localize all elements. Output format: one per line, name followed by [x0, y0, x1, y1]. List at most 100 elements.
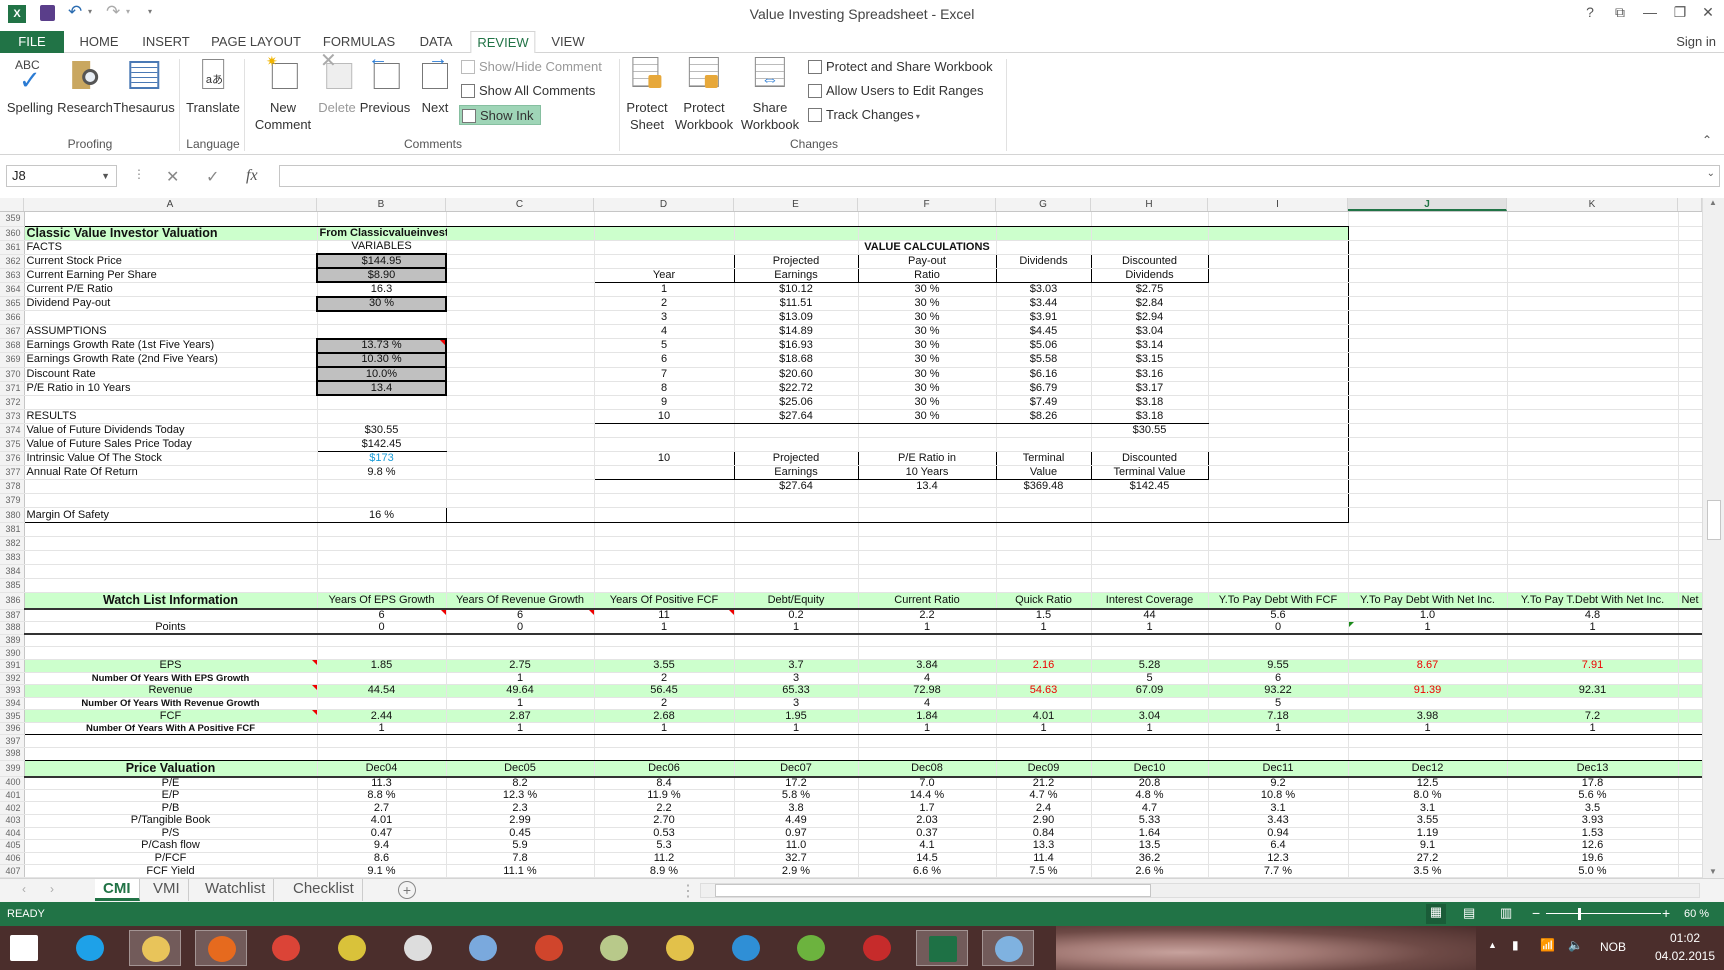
select-all-corner[interactable] — [0, 198, 24, 211]
cell-L390[interactable] — [1678, 646, 1703, 660]
cell-H359[interactable] — [1091, 212, 1209, 227]
cell-L385[interactable] — [1678, 578, 1703, 594]
cell-L388[interactable] — [1678, 621, 1703, 636]
cell-B376[interactable]: $173 — [317, 451, 447, 467]
cell-L393[interactable] — [1678, 684, 1703, 698]
cell-H379[interactable] — [1091, 493, 1209, 509]
cell-C365[interactable] — [446, 296, 595, 312]
cell-K381[interactable] — [1507, 522, 1679, 537]
cell-D370[interactable]: 7 — [594, 367, 735, 382]
translate-button[interactable]: aあ Translate — [186, 57, 240, 116]
cell-F387[interactable]: 2.2 — [858, 609, 997, 623]
cell-D405[interactable]: 5.3 — [594, 839, 735, 853]
cell-J403[interactable]: 3.55 — [1348, 814, 1508, 828]
cell-L395[interactable] — [1678, 709, 1703, 723]
row-header[interactable]: 399 — [0, 760, 25, 778]
cell-C393[interactable]: 49.64 — [446, 684, 595, 698]
cell-C364[interactable] — [446, 282, 595, 298]
cell-B371[interactable]: 13.4 — [316, 380, 447, 397]
cell-B386[interactable]: Years Of EPS Growth — [317, 592, 447, 611]
zoom-out-icon[interactable]: − — [1532, 905, 1540, 921]
cell-G396[interactable]: 1 — [996, 722, 1092, 736]
cell-G402[interactable]: 2.4 — [996, 801, 1092, 815]
cell-C360[interactable] — [446, 226, 595, 241]
cell-L376[interactable] — [1678, 451, 1703, 467]
cell-H369[interactable]: $3.15 — [1091, 352, 1209, 368]
cell-L373[interactable] — [1678, 409, 1703, 424]
row-header[interactable]: 375 — [0, 437, 25, 453]
cell-A403[interactable]: P/Tangible Book — [24, 814, 318, 828]
cell-F366[interactable]: 30 % — [858, 310, 997, 326]
row-header[interactable]: 390 — [0, 646, 25, 660]
row-header[interactable]: 401 — [0, 789, 25, 803]
tab-page-layout[interactable]: PAGE LAYOUT — [205, 31, 307, 53]
cell-F406[interactable]: 14.5 — [858, 852, 997, 866]
cell-B407[interactable]: 9.1 % — [317, 864, 447, 878]
cell-B401[interactable]: 8.8 % — [317, 789, 447, 803]
cell-E371[interactable]: $22.72 — [734, 381, 859, 396]
zoom-slider-thumb[interactable] — [1577, 908, 1581, 920]
row-header[interactable]: 364 — [0, 282, 25, 298]
cell-I385[interactable] — [1208, 578, 1349, 594]
cell-G384[interactable] — [996, 564, 1092, 579]
cell-J390[interactable] — [1348, 646, 1508, 660]
cell-G388[interactable]: 1 — [996, 621, 1092, 636]
cell-B362[interactable]: $144.95 — [316, 253, 447, 270]
cell-C369[interactable] — [446, 352, 595, 368]
cell-A371[interactable]: P/E Ratio in 10 Years — [23, 381, 318, 396]
cell-E380[interactable] — [734, 507, 859, 523]
cell-K369[interactable] — [1507, 352, 1679, 368]
cell-L402[interactable] — [1678, 801, 1703, 815]
cell-E402[interactable]: 3.8 — [734, 801, 859, 815]
cell-L374[interactable] — [1678, 423, 1703, 439]
file-explorer-icon[interactable] — [129, 930, 182, 966]
cell-G393[interactable]: 54.63 — [996, 684, 1092, 698]
cell-L398[interactable] — [1678, 747, 1703, 761]
cell-F395[interactable]: 1.84 — [858, 709, 997, 723]
cell-A402[interactable]: P/B — [24, 801, 318, 815]
cell-H401[interactable]: 4.8 % — [1091, 789, 1209, 803]
cell-C363[interactable] — [446, 268, 595, 283]
normal-view-icon[interactable]: ▦ — [1426, 904, 1446, 924]
vertical-scroll-thumb[interactable] — [1707, 500, 1721, 540]
zoom-level[interactable]: 60 % — [1684, 908, 1709, 920]
cell-B403[interactable]: 4.01 — [317, 814, 447, 828]
cell-A363[interactable]: Current Earning Per Share — [23, 268, 318, 283]
cell-L363[interactable] — [1678, 268, 1703, 283]
cell-F383[interactable] — [858, 550, 997, 565]
column-header-L[interactable] — [1678, 198, 1702, 211]
collapse-ribbon-icon[interactable]: ⌃ — [1702, 133, 1712, 147]
cell-F389[interactable] — [858, 634, 997, 648]
cell-J374[interactable] — [1348, 423, 1508, 439]
cell-K407[interactable]: 5.0 % — [1507, 864, 1679, 878]
ribbon-display-options-icon[interactable]: ⧉ — [1609, 4, 1631, 21]
share-workbook-button[interactable]: ⇔ Share Workbook — [741, 57, 799, 133]
cell-G369[interactable]: $5.58 — [996, 352, 1092, 368]
cell-K401[interactable]: 5.6 % — [1507, 789, 1679, 803]
cell-F402[interactable]: 1.7 — [858, 801, 997, 815]
cell-C370[interactable] — [446, 367, 595, 382]
cell-L391[interactable] — [1678, 659, 1703, 673]
cell-H382[interactable] — [1091, 536, 1209, 551]
cell-K387[interactable]: 4.8 — [1507, 609, 1679, 623]
cell-L405[interactable] — [1678, 839, 1703, 853]
research-button[interactable]: Research — [57, 57, 113, 116]
prev-sheet-icon[interactable]: ‹ — [22, 882, 26, 896]
cell-G363[interactable] — [995, 268, 1092, 283]
cell-G372[interactable]: $7.49 — [996, 395, 1092, 410]
cell-B395[interactable]: 2.44 — [317, 709, 447, 723]
cell-K386[interactable]: Y.To Pay T.Debt With Net Inc. — [1507, 592, 1679, 611]
cell-J407[interactable]: 3.5 % — [1348, 864, 1508, 878]
cell-G397[interactable] — [996, 734, 1092, 749]
cell-L397[interactable] — [1678, 734, 1703, 749]
cell-G381[interactable] — [996, 522, 1092, 537]
cell-F378[interactable]: 13.4 — [858, 479, 997, 495]
cell-D363[interactable]: Year — [593, 268, 735, 283]
cell-L387[interactable] — [1678, 609, 1703, 623]
network-icon[interactable]: 📶 — [1540, 938, 1555, 952]
cell-J388[interactable]: 1 — [1348, 621, 1508, 636]
cell-K406[interactable]: 19.6 — [1507, 852, 1679, 866]
restore-icon[interactable]: ❐ — [1669, 4, 1691, 21]
cell-D359[interactable] — [594, 212, 735, 227]
cell-D360[interactable] — [594, 226, 735, 241]
